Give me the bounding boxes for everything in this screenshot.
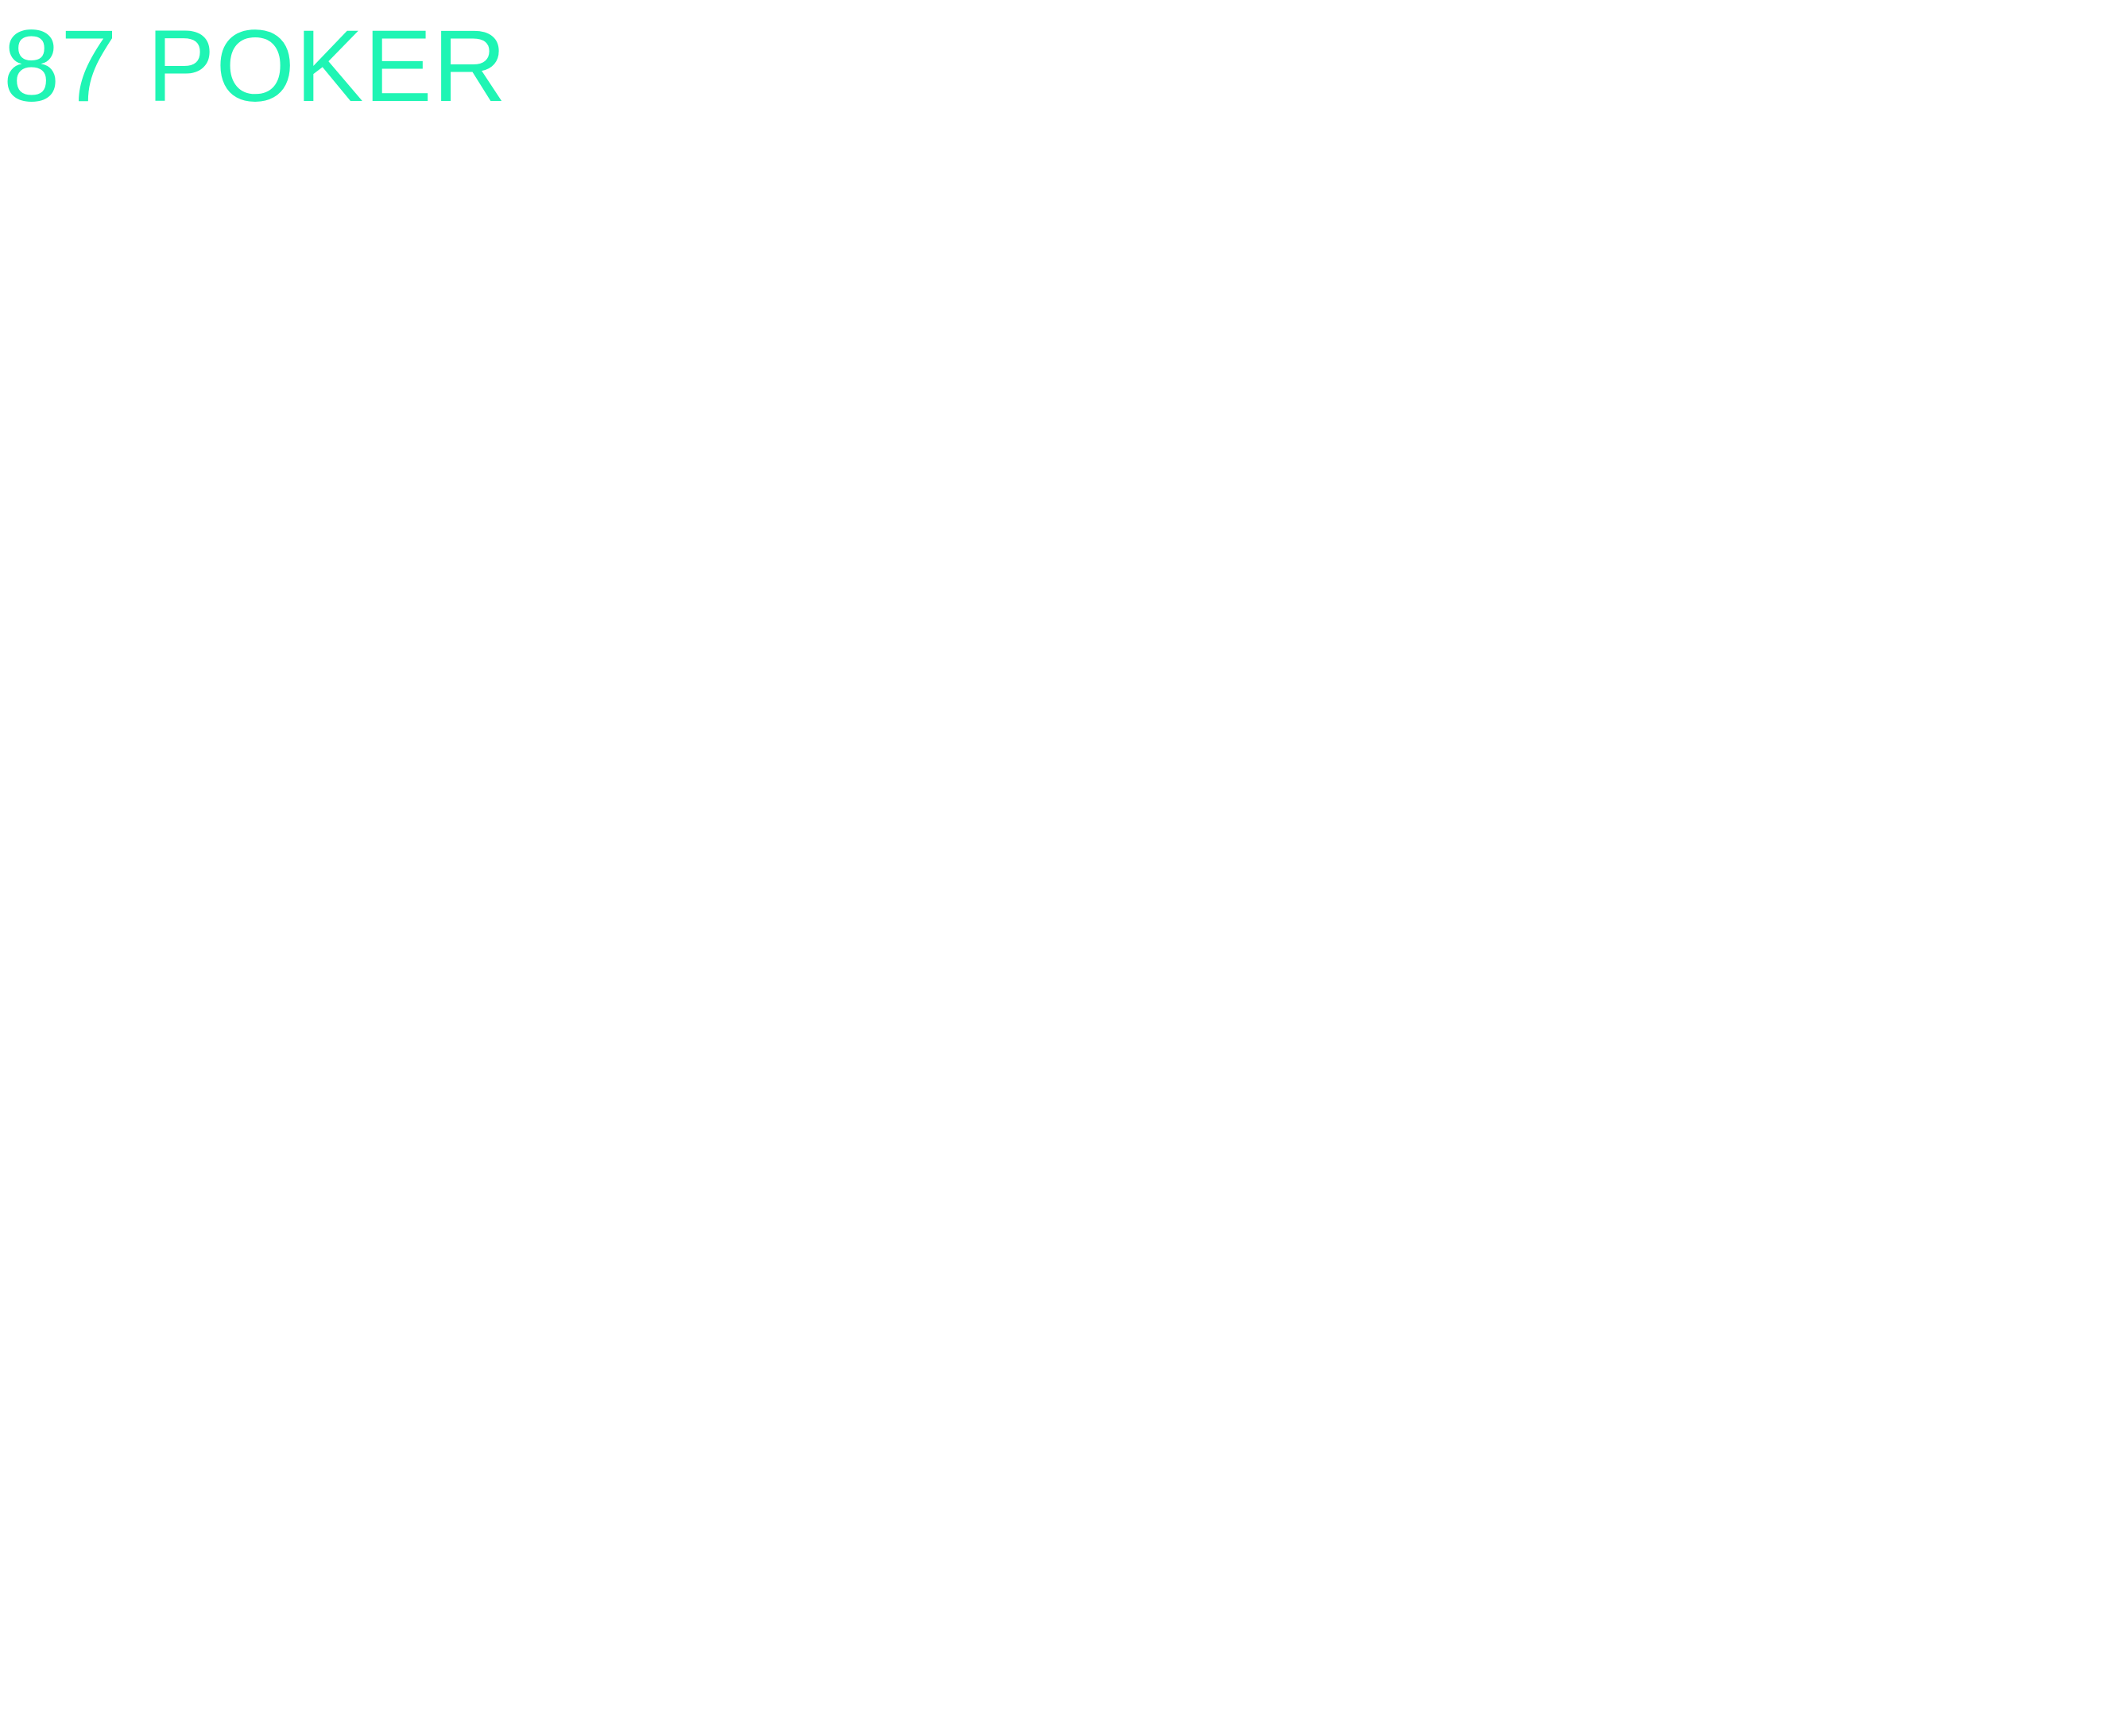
page: 87 POKER — [0, 0, 2110, 1736]
app-title: 87 POKER — [3, 10, 508, 123]
